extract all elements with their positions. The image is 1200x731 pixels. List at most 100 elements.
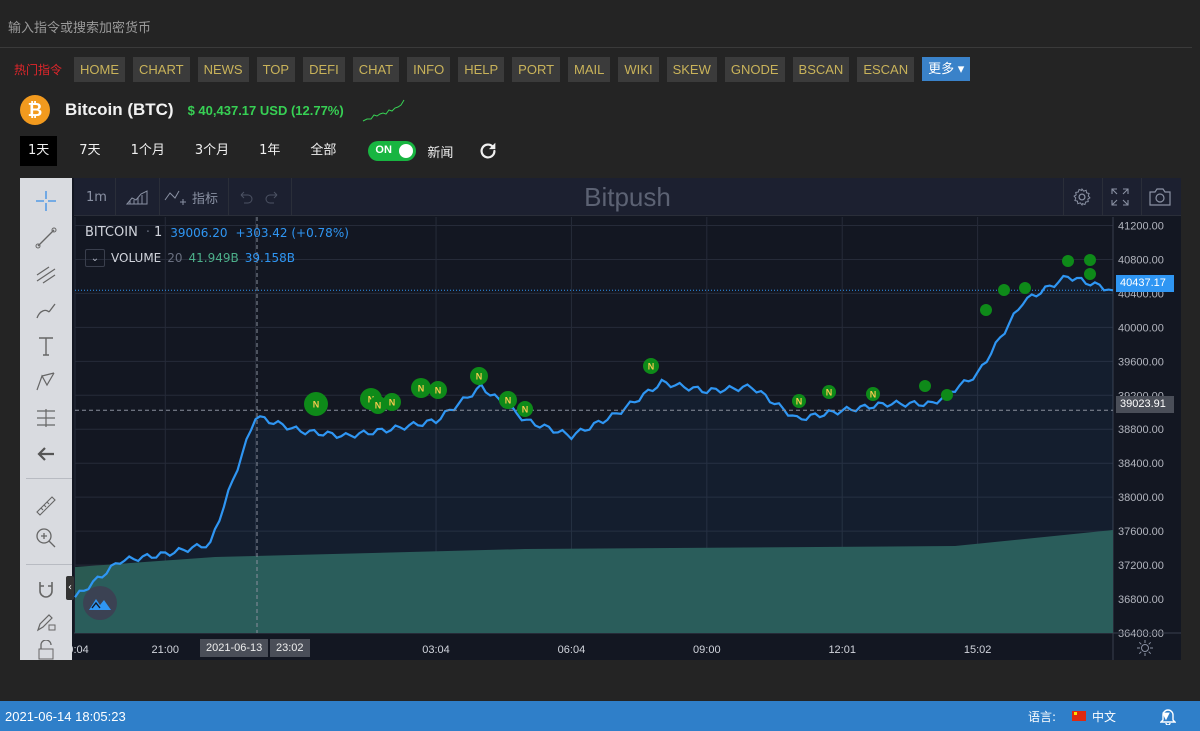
y-tick-label: 38000.00 [1118, 492, 1164, 504]
coin-header: ₿ Bitcoin (BTC) $ 40,437.17 USD (12.77%) [20, 94, 406, 126]
news-marker [919, 380, 931, 392]
legend-change: +303.42 (+0.78%) [235, 226, 349, 240]
lock-drawings-tool[interactable] [32, 608, 60, 636]
toolbar-separator-5 [1063, 178, 1064, 216]
chart-toolbar: Bitpush 1m 指标 [74, 178, 1181, 216]
toolbar-separator-7 [1141, 178, 1142, 216]
volume-period: 20 [167, 251, 183, 265]
news-marker-letter: N [418, 384, 425, 394]
current-price-tag: 40437.17 [1116, 275, 1174, 292]
crosshair-icon [36, 191, 56, 211]
volume-legend: ⌄ VOLUME 20 41.949B 39.158B [85, 249, 295, 267]
more-dropdown-button[interactable]: 更多 ▾ [922, 57, 971, 81]
trend-line-tool[interactable] [32, 224, 60, 252]
indicators-button[interactable]: 指标 [164, 178, 218, 216]
range-all-tab[interactable]: 全部 [302, 136, 344, 166]
news-marker-letter: N [375, 401, 382, 411]
sun-icon [1137, 640, 1153, 656]
x-tick-label: 21:00 [151, 644, 179, 656]
chevron-down-icon: ⌄ [90, 252, 100, 264]
nav-chat-button[interactable]: CHAT [352, 56, 400, 82]
pattern-tool[interactable] [32, 368, 60, 396]
range-1d-tab[interactable]: 1天 [20, 136, 58, 166]
y-tick-label: 40000.00 [1118, 322, 1164, 334]
nav-gnode-button[interactable]: GNODE [724, 56, 785, 82]
search-input[interactable] [0, 10, 1192, 47]
nav-defi-button[interactable]: DEFI [303, 56, 345, 82]
news-marker [998, 284, 1010, 296]
range-1y-tab[interactable]: 1年 [251, 136, 288, 166]
x-tick-label: 03:04 [422, 644, 450, 656]
refresh-icon[interactable] [477, 140, 499, 162]
magnet-tool[interactable] [32, 576, 60, 604]
news-marker-letter: N [435, 386, 442, 396]
nav-skew-button[interactable]: SKEW [666, 56, 717, 82]
bitpush-logo[interactable] [83, 586, 117, 620]
volume-value-2: 39.158B [244, 251, 295, 265]
back-tool[interactable] [32, 440, 60, 468]
news-marker-letter: N [476, 372, 483, 382]
language-selector[interactable]: 语言: 中文 ▼ [1028, 701, 1170, 731]
news-marker [980, 304, 992, 316]
price-chart[interactable]: 41200.00 40800.00 40400.00 40000.00 39600.00… [20, 178, 1181, 660]
settings-button[interactable] [1072, 178, 1092, 216]
news-marker [1084, 268, 1096, 280]
prediction-tool[interactable] [32, 404, 60, 432]
nav-news-button[interactable]: NEWS [197, 56, 249, 82]
ruler-tool[interactable] [32, 492, 60, 520]
redo-button[interactable] [264, 178, 280, 216]
y-tick-label: 36800.00 [1118, 594, 1164, 606]
brush-tool[interactable] [32, 296, 60, 324]
pitchfork-tool[interactable] [32, 260, 60, 288]
nav-info-button[interactable]: INFO [407, 56, 451, 82]
screenshot-button[interactable] [1149, 178, 1171, 216]
unlock-tool[interactable] [32, 640, 60, 660]
axis-settings-button[interactable] [1135, 638, 1155, 658]
collapse-legend-button[interactable]: ⌄ [85, 249, 105, 267]
chart-type-button[interactable] [126, 178, 148, 216]
fullscreen-icon [1111, 188, 1129, 206]
indicators-icon [164, 190, 186, 205]
nav-wiki-button[interactable]: WIKI [618, 56, 659, 82]
news-toggle[interactable]: ON [368, 141, 417, 161]
price-area-fill [75, 276, 1113, 633]
interval-button[interactable]: 1m [86, 178, 107, 216]
news-marker-letter: N [870, 390, 877, 400]
nav-help-button[interactable]: HELP [458, 56, 505, 82]
bell-icon[interactable] [1160, 707, 1176, 725]
news-marker-letter: N [313, 400, 320, 410]
nav-escan-button[interactable]: ESCAN [857, 56, 915, 82]
coin-price: $ 40,437.17 USD (12.77%) [187, 102, 344, 118]
zoom-in-icon [36, 528, 56, 548]
bitcoin-logo-icon: ₿ [20, 95, 50, 125]
time-range-row: 1天 7天 1个月 3个月 1年 全部 ON 新闻 [20, 136, 499, 166]
status-time: 2021-06-14 18:05:23 [5, 708, 126, 724]
range-1m-tab[interactable]: 1个月 [123, 136, 173, 166]
y-tick-label: 40800.00 [1118, 254, 1164, 266]
zoom-tool[interactable] [32, 524, 60, 552]
news-marker-letter: N [505, 396, 512, 406]
range-3m-tab[interactable]: 3个月 [187, 136, 237, 166]
collapse-toolbar-button[interactable]: ‹ [66, 576, 74, 600]
pencil-lock-icon [36, 614, 56, 632]
language-label: 语言: [1028, 709, 1057, 724]
crosshair-time-tag: 23:02 [270, 639, 310, 657]
legend-last-price: 39006.20 [170, 226, 228, 240]
range-7d-tab[interactable]: 7天 [71, 136, 108, 166]
symbol-legend: BITCOIN · 1 39006.20 +303.42 (+0.78%) [85, 225, 349, 240]
toggle-knob [399, 144, 414, 158]
nav-top-button[interactable]: TOP [256, 56, 296, 82]
nav-chart-button[interactable]: CHART [133, 56, 190, 82]
fullscreen-button[interactable] [1111, 178, 1129, 216]
nav-port-button[interactable]: PORT [512, 56, 561, 82]
news-marker [941, 389, 953, 401]
undo-button[interactable] [238, 178, 254, 216]
nav-mail-button[interactable]: MAIL [568, 56, 611, 82]
x-tick-label: 12:01 [828, 644, 856, 656]
toolbar-divider-2 [26, 564, 72, 565]
nav-bscan-button[interactable]: BSCAN [792, 56, 850, 82]
news-toggle-label: 新闻 [427, 145, 454, 161]
nav-home-button[interactable]: HOME [74, 56, 126, 82]
text-tool[interactable] [32, 332, 60, 360]
crosshair-tool[interactable] [32, 187, 60, 215]
